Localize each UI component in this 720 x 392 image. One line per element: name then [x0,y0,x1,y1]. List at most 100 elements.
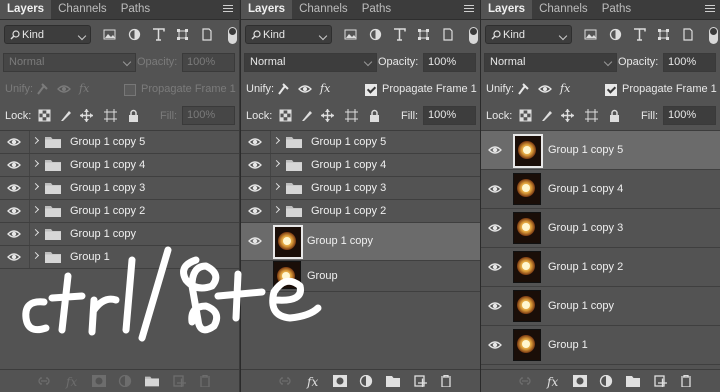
pixel-filter-icon[interactable] [584,28,597,41]
lock-all-icon[interactable] [127,109,140,122]
tab-channels[interactable]: Channels [51,0,114,19]
layer-row[interactable]: Group 1 copy 2 [241,200,480,223]
link-layers-icon[interactable] [37,375,51,387]
panel-menu-icon[interactable] [223,5,233,14]
visibility-eye-icon[interactable] [488,262,502,272]
unify-style-icon[interactable]: fx [79,82,93,96]
layer-row-selected[interactable]: Group 1 copy [241,223,480,261]
visibility-eye-icon[interactable] [248,160,262,170]
smart-object-filter-icon[interactable] [200,28,213,41]
expand-arrow-icon[interactable] [31,205,40,214]
layer-row[interactable]: Group 1 copy 4 [481,170,720,209]
expand-arrow-icon[interactable] [272,182,281,191]
delete-layer-icon[interactable] [439,375,453,387]
visibility-eye-icon[interactable] [7,252,21,262]
tab-layers[interactable]: Layers [241,0,293,19]
expand-arrow-icon[interactable] [272,136,281,145]
adjustment-layer-icon[interactable] [599,375,613,387]
lock-position-icon[interactable] [321,109,334,122]
unify-visibility-icon[interactable] [298,82,312,96]
filter-toggle[interactable] [469,27,478,44]
expand-arrow-icon[interactable] [272,205,281,214]
delete-layer-icon[interactable] [198,375,212,387]
visibility-eye-icon[interactable] [7,206,21,216]
panel-menu-icon[interactable] [464,5,474,14]
layer-row[interactable]: Group 1 copy 2 [0,200,239,223]
layer-row[interactable]: Group [241,261,480,292]
expand-arrow-icon[interactable] [31,159,40,168]
layer-row[interactable]: Group 1 copy 4 [0,154,239,177]
unify-style-icon[interactable]: fx [560,82,574,96]
layer-style-icon[interactable]: fx [547,375,561,389]
blend-mode-dropdown[interactable]: Normal [3,53,136,72]
tab-paths[interactable]: Paths [595,0,638,19]
type-filter-icon[interactable] [152,28,165,41]
layer-row[interactable]: Group 1 copy 2 [481,248,720,287]
layer-row[interactable]: Group 1 copy 3 [0,177,239,200]
tab-layers[interactable]: Layers [481,0,533,19]
fill-field[interactable]: 100% [182,106,235,125]
lock-artboard-icon[interactable] [345,109,358,122]
layer-row-selected[interactable]: Group 1 copy 5 [481,131,720,170]
fill-field[interactable]: 100% [423,106,476,125]
visibility-eye-icon[interactable] [7,137,21,147]
new-group-icon[interactable] [626,375,640,387]
smart-object-filter-icon[interactable] [441,28,454,41]
propagate-checkbox[interactable] [365,84,377,96]
pixel-filter-icon[interactable] [103,28,116,41]
lock-artboard-icon[interactable] [104,109,117,122]
tab-paths[interactable]: Paths [114,0,157,19]
lock-pixels-icon[interactable] [300,109,313,122]
visibility-eye-icon[interactable] [7,229,21,239]
adjustment-layer-icon[interactable] [118,375,132,387]
layer-row[interactable]: Group 1 copy [481,287,720,326]
layer-row[interactable]: Group 1 copy 5 [0,131,239,154]
tab-layers[interactable]: Layers [0,0,52,19]
kind-filter-dropdown[interactable]: Kind [245,25,332,44]
new-layer-icon[interactable] [172,375,186,387]
lock-pixels-icon[interactable] [540,109,553,122]
lock-transparent-icon[interactable] [38,109,51,122]
opacity-field[interactable]: 100% [423,53,476,72]
lock-artboard-icon[interactable] [585,109,598,122]
pixel-filter-icon[interactable] [344,28,357,41]
kind-filter-dropdown[interactable]: Kind [4,25,91,44]
layer-row[interactable]: Group 1 [481,326,720,365]
adjustment-filter-icon[interactable] [609,28,622,41]
opacity-field[interactable]: 100% [663,53,716,72]
add-mask-icon[interactable] [92,375,106,387]
layer-row[interactable]: Group 1 copy 4 [241,154,480,177]
lock-all-icon[interactable] [608,109,621,122]
visibility-eye-icon[interactable] [248,236,262,246]
visibility-eye-icon[interactable] [488,340,502,350]
lock-pixels-icon[interactable] [59,109,72,122]
lock-transparent-icon[interactable] [519,109,532,122]
propagate-checkbox[interactable] [124,84,136,96]
add-mask-icon[interactable] [333,375,347,387]
propagate-checkbox[interactable] [605,84,617,96]
shape-filter-icon[interactable] [657,28,670,41]
opacity-field[interactable]: 100% [182,53,235,72]
new-layer-icon[interactable] [653,375,667,387]
type-filter-icon[interactable] [633,28,646,41]
layer-style-icon[interactable]: fx [66,375,80,389]
tab-channels[interactable]: Channels [532,0,595,19]
filter-toggle[interactable] [228,27,237,44]
visibility-eye-icon[interactable] [488,145,502,155]
new-layer-icon[interactable] [413,375,427,387]
visibility-eye-icon[interactable] [248,137,262,147]
delete-layer-icon[interactable] [679,375,693,387]
new-group-icon[interactable] [145,375,159,387]
expand-arrow-icon[interactable] [31,182,40,191]
add-mask-icon[interactable] [573,375,587,387]
unify-visibility-icon[interactable] [538,82,552,96]
layer-row[interactable]: Group 1 copy 3 [481,209,720,248]
blend-mode-dropdown[interactable]: Normal [484,53,617,72]
visibility-eye-icon[interactable] [7,183,21,193]
kind-filter-dropdown[interactable]: Kind [485,25,572,44]
visibility-eye-icon[interactable] [488,223,502,233]
unify-position-icon[interactable] [276,82,290,96]
unify-visibility-icon[interactable] [57,82,71,96]
expand-arrow-icon[interactable] [31,228,40,237]
layer-row[interactable]: Group 1 [0,246,239,269]
